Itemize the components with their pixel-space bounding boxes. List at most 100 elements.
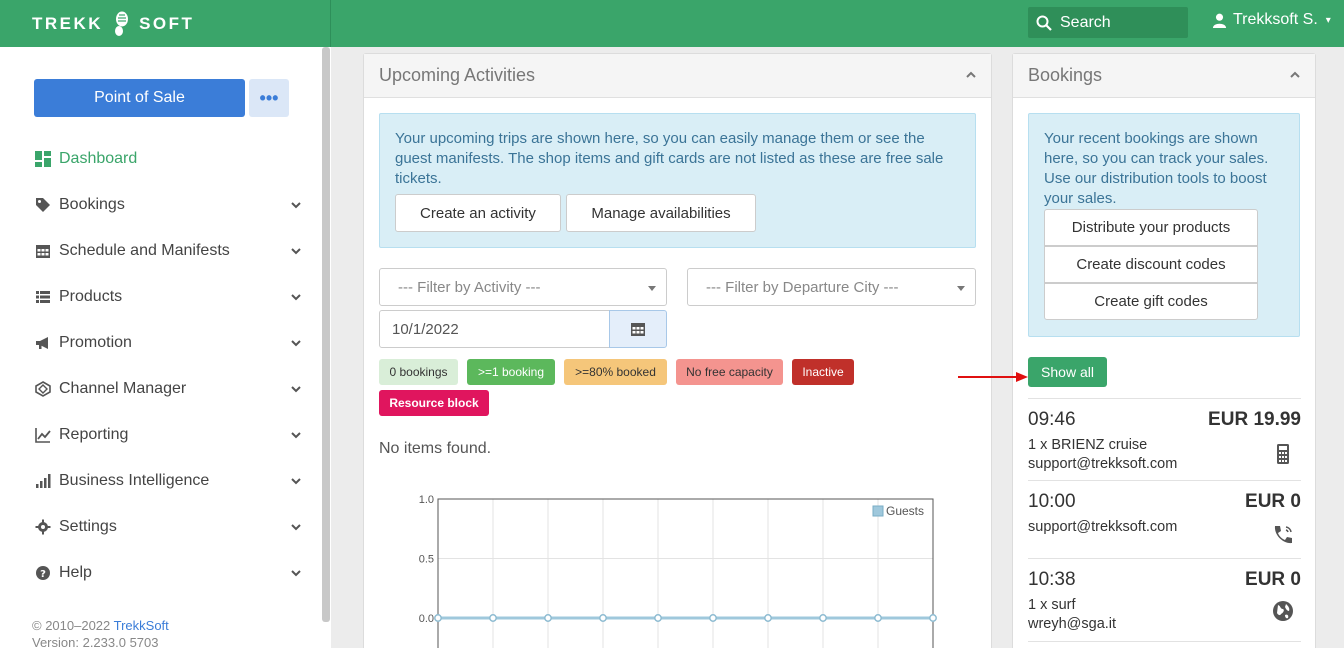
sidebar-item-label: Schedule and Manifests (59, 242, 230, 259)
legend-no-free-capacity: No free capacity (676, 359, 783, 385)
booking-amount: EUR 0 (1245, 569, 1301, 590)
sidebar-item-label: Settings (59, 518, 117, 535)
data-point (489, 614, 497, 622)
chevron-down-icon (291, 386, 301, 393)
data-point (654, 614, 662, 622)
sidebar-scrollbar[interactable] (322, 47, 330, 622)
data-point (599, 614, 607, 622)
data-point (819, 614, 827, 622)
data-point (874, 614, 882, 622)
sidebar-item-settings[interactable]: Settings (34, 504, 304, 550)
y-tick-label: 0.5 (419, 554, 434, 566)
calendar-icon (631, 323, 645, 336)
chevron-down-icon (291, 478, 301, 485)
data-point (929, 614, 937, 622)
globe-icon (1273, 601, 1293, 621)
chevron-up-icon[interactable] (1289, 69, 1301, 81)
create-gift-codes-button[interactable]: Create gift codes (1044, 283, 1258, 320)
shoe-print-icon (115, 11, 129, 36)
user-icon (1212, 13, 1227, 28)
legend-inactive: Inactive (792, 359, 854, 385)
booking-time: 09:46 (1028, 409, 1076, 430)
logo-text-left: TREKK (32, 14, 104, 33)
chevron-down-icon: ▾ (1325, 14, 1331, 26)
panel-title: Upcoming Activities (379, 65, 536, 85)
sidebar-item-label: Channel Manager (59, 380, 187, 397)
booking-row[interactable]: 10:38 EUR 0 1 x surf wreyh@sga.it (1028, 558, 1301, 642)
legend-80-booked: >=80% booked (564, 359, 667, 385)
create-discount-codes-button[interactable]: Create discount codes (1044, 246, 1258, 283)
sidebar-item-bookings[interactable]: Bookings (34, 182, 304, 228)
chevron-down-icon (291, 524, 301, 531)
footer-copyright: © 2010–2022 (32, 618, 114, 633)
chevron-down-icon (291, 202, 301, 209)
logo[interactable]: TREKK SOFT (32, 11, 194, 37)
filter-city-select[interactable]: --- Filter by Departure City --- (687, 268, 976, 306)
data-point (544, 614, 552, 622)
bar-chart-icon (34, 473, 52, 489)
distribute-products-button[interactable]: Distribute your products (1044, 209, 1258, 246)
legend-swatch (872, 505, 884, 517)
sidebar-item-promotion[interactable]: Promotion (34, 320, 304, 366)
sidebar-item-channel-manager[interactable]: Channel Manager (34, 366, 304, 412)
chevron-down-icon (291, 570, 301, 577)
search-icon (1036, 15, 1052, 31)
user-menu[interactable]: Trekksoft S. ▾ (1212, 11, 1331, 29)
chevron-up-icon[interactable] (965, 69, 977, 81)
sidebar-nav: Dashboard Bookings Schedule and Manifest… (34, 136, 304, 596)
upcoming-activities-header[interactable]: Upcoming Activities (364, 54, 991, 98)
sidebar-item-label: Dashboard (59, 150, 138, 167)
sidebar-item-label: Business Intelligence (59, 472, 210, 489)
booking-time: 10:38 (1028, 569, 1076, 590)
sidebar: Point of Sale ••• Dashboard Bookings Sch… (0, 47, 331, 648)
point-of-sale-button[interactable]: Point of Sale (34, 79, 245, 117)
sidebar-item-products[interactable]: Products (34, 274, 304, 320)
chevron-down-icon (291, 294, 301, 301)
filter-activity-select[interactable]: --- Filter by Activity --- (379, 268, 667, 306)
dropdown-arrow-icon (648, 286, 656, 291)
legend-1-booking: >=1 booking (467, 359, 555, 385)
booking-email: wreyh@sga.it (1028, 616, 1117, 632)
sidebar-item-label: Bookings (59, 196, 125, 213)
question-icon: ? (34, 565, 52, 581)
manage-availabilities-button[interactable]: Manage availabilities (566, 194, 756, 232)
booking-amount: EUR 19.99 (1208, 409, 1301, 430)
create-activity-button[interactable]: Create an activity (395, 194, 561, 232)
bookings-header[interactable]: Bookings (1013, 54, 1315, 98)
booking-row[interactable]: 10:00 EUR 0 support@trekksoft.com (1028, 480, 1301, 558)
calendar-icon (34, 243, 52, 259)
phone-icon (1274, 526, 1292, 544)
show-all-button[interactable]: Show all (1028, 357, 1107, 387)
booking-email: support@trekksoft.com (1028, 519, 1178, 535)
annotation-arrow (958, 372, 1028, 382)
list-icon (34, 289, 52, 305)
booking-row[interactable]: 09:46 EUR 19.99 1 x BRIENZ cruise suppor… (1028, 398, 1301, 480)
no-items-message: No items found. (379, 440, 492, 457)
sidebar-item-help[interactable]: ? Help (34, 550, 304, 596)
data-point (764, 614, 772, 622)
footer-version: Version: 2.233.0 5703 (32, 635, 159, 648)
more-options-button[interactable]: ••• (249, 79, 289, 117)
filter-city-value: --- Filter by Departure City --- (706, 278, 899, 296)
user-name: Trekksoft S. (1233, 11, 1318, 28)
sidebar-item-dashboard[interactable]: Dashboard (34, 136, 304, 182)
sidebar-item-business-intelligence[interactable]: Business Intelligence (34, 458, 304, 504)
sidebar-item-label: Help (59, 564, 92, 581)
line-chart-icon (34, 427, 52, 443)
booking-amount: EUR 0 (1245, 491, 1301, 512)
logo-text-right: SOFT (139, 14, 195, 33)
logo-area: TREKK SOFT (0, 0, 331, 47)
tag-icon (34, 197, 52, 213)
chevron-down-icon (291, 248, 301, 255)
sidebar-footer: © 2010–2022 TrekkSoft Version: 2.233.0 5… (32, 617, 169, 648)
search-button[interactable]: Search (1028, 7, 1188, 38)
sidebar-item-label: Reporting (59, 426, 129, 443)
booking-time: 10:00 (1028, 491, 1076, 512)
sidebar-item-reporting[interactable]: Reporting (34, 412, 304, 458)
date-input[interactable]: 10/1/2022 (379, 310, 610, 348)
gear-icon (34, 519, 52, 535)
calculator-icon (1277, 444, 1289, 464)
calendar-button[interactable] (609, 310, 667, 348)
sidebar-item-schedule[interactable]: Schedule and Manifests (34, 228, 304, 274)
footer-link-trekksoft[interactable]: TrekkSoft (114, 618, 169, 633)
